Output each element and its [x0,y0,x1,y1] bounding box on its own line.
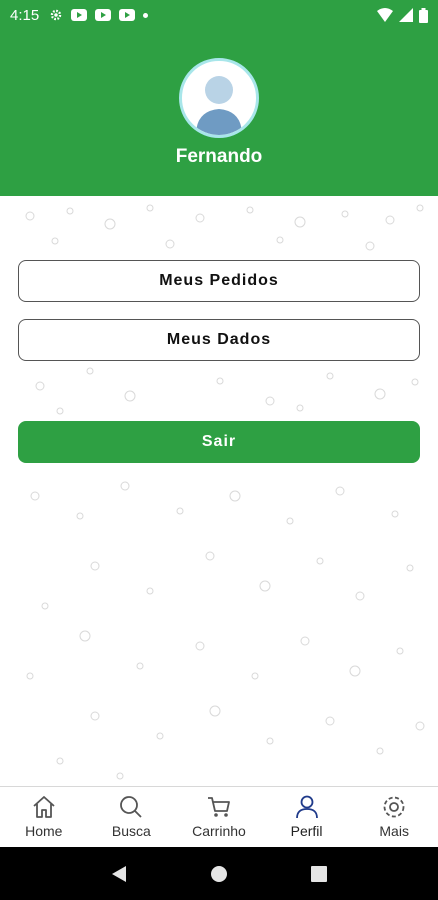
battery-icon [419,7,428,23]
person-icon [295,795,318,819]
nav-item-home[interactable]: Home [0,787,88,847]
more-notifications-icon [143,12,149,18]
nav-label-profile: Perfil [290,823,323,839]
recents-icon[interactable] [310,865,328,883]
bottom-nav: Home Busca Carrinho Perfil Mais [0,786,438,847]
wifi-icon [377,8,393,22]
signal-icon [399,8,413,22]
search-icon [120,796,143,818]
nav-label-home: Home [25,823,63,839]
user-name: Fernando [175,146,263,167]
my-orders-button[interactable]: Meus Pedidos [18,260,420,302]
notification-icons [49,8,149,22]
nav-item-cart[interactable]: Carrinho [175,787,263,847]
user-avatar-icon [196,76,242,135]
youtube-notification-icon [119,9,136,21]
nav-item-more[interactable]: Mais [350,787,438,847]
home-icon [33,796,55,818]
status-bar: 4:15 [0,0,438,30]
nav-label-more: Mais [379,823,409,839]
youtube-notification-icon [71,9,88,21]
cart-icon [207,797,230,817]
avatar[interactable] [179,58,259,138]
my-data-button[interactable]: Meus Dados [18,319,420,361]
logout-button[interactable]: Sair [18,421,420,463]
settings-notification-icon [49,8,63,22]
profile-content: Meus Pedidos Meus Dados Sair [0,196,438,786]
system-navigation-bar [0,847,438,900]
profile-header: Fernando [0,30,438,196]
nav-label-search: Busca [111,823,151,839]
nav-item-search[interactable]: Busca [88,787,176,847]
youtube-notification-icon [95,9,112,21]
gear-icon [383,796,405,818]
home-circle-icon[interactable] [209,864,229,884]
back-icon[interactable] [110,864,128,884]
system-status-icons [377,7,428,23]
nav-label-cart: Carrinho [192,823,246,839]
nav-item-profile[interactable]: Perfil [263,787,351,847]
status-time: 4:15 [10,6,40,24]
